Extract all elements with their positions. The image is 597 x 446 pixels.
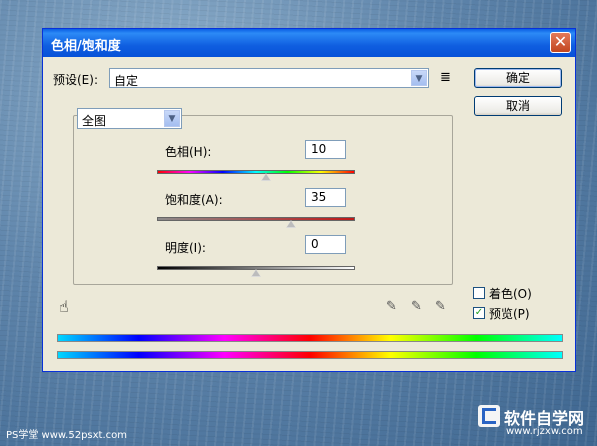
eyedropper-subtract-icon[interactable]: ✎ [435,299,449,315]
channel-value: 全图 [82,114,107,128]
lightness-label: 明度(I): [165,241,206,255]
eyedropper-add-icon[interactable]: ✎ [411,299,425,315]
hue-input[interactable]: 10 [305,140,346,159]
hue-slider-track[interactable] [157,170,355,174]
lightness-slider-thumb[interactable] [251,269,261,277]
hue-slider-thumb[interactable] [260,173,271,181]
cancel-button[interactable]: 取消 [474,96,562,116]
preset-label: 预设(E): [53,73,98,87]
saturation-slider-track[interactable] [157,217,355,221]
hue-label: 色相(H): [165,145,212,159]
preview-checkbox[interactable]: ✓ [473,307,485,319]
preset-dropdown[interactable]: 自定 ▼ [109,68,429,88]
saturation-input[interactable]: 35 [305,188,346,207]
hand-tool-icon[interactable]: ☝ [59,297,69,316]
watermark-url: www.rjzxw.com [506,426,583,437]
preset-value: 自定 [114,74,139,88]
lightness-input[interactable]: 0 [305,235,346,254]
watermark-left: PS学堂 www.52psxt.com [6,430,128,441]
title-bar[interactable]: 色相/饱和度 ✕ [43,29,575,57]
channel-dropdown[interactable]: 全图 ▼ [77,108,182,129]
chevron-down-icon: ▼ [164,110,180,127]
dialog-title: 色相/饱和度 [51,39,121,54]
hue-saturation-dialog: 色相/饱和度 ✕ 预设(E): 自定 ▼ ≣ 确定 取消 全图 ▼ 色相(H):… [42,28,576,372]
ok-button[interactable]: 确定 [474,68,562,88]
chevron-down-icon: ▼ [411,70,427,86]
brand-logo [478,405,500,427]
colorize-label: 着色(O) [489,287,532,301]
result-spectrum-bar [57,351,563,359]
eyedropper-icon[interactable]: ✎ [386,299,400,315]
saturation-slider-thumb[interactable] [285,220,296,228]
adjustment-group [73,115,453,285]
colorize-checkbox[interactable] [473,287,485,299]
preset-options-icon[interactable]: ≣ [440,70,451,85]
close-icon[interactable]: ✕ [550,32,571,53]
saturation-label: 饱和度(A): [165,193,223,207]
source-spectrum-bar [57,334,563,342]
preview-label: 预览(P) [489,307,530,321]
